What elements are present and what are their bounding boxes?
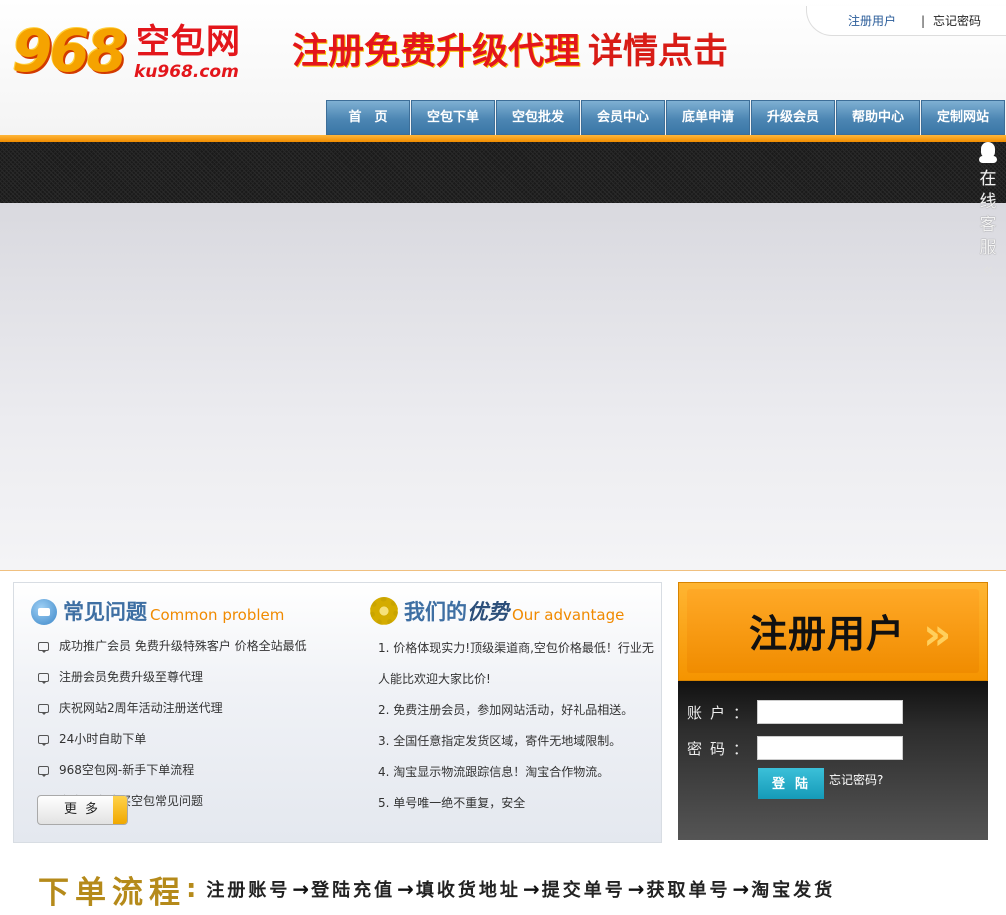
page: 968 空包网 ku968.com 注册免费升级代理 详情点击 注册用户 | 忘记… [0, 0, 1006, 915]
top-links-separator: | [921, 14, 926, 28]
flow-step: 提交单号 [541, 880, 626, 901]
faq-item-label: 24小时自助下单 [59, 732, 147, 746]
faq-item[interactable]: 庆祝网站2周年活动注册送代理 [38, 693, 307, 724]
faq-item-label: 注册会员免费升级至尊代理 [59, 670, 204, 684]
chat-bubble-icon [31, 599, 57, 625]
site-header: 968 空包网 ku968.com 注册免费升级代理 详情点击 注册用户 | 忘记… [0, 0, 1006, 135]
register-link[interactable]: 注册用户 [848, 6, 896, 36]
register-banner[interactable]: 注册用户 » [678, 582, 988, 681]
password-input[interactable] [757, 736, 903, 760]
faq-item[interactable]: 注册会员免费升级至尊代理 [38, 662, 307, 693]
advantage-title: 我们的 [404, 600, 467, 624]
nav-item-wholesale[interactable]: 空包批发 [496, 100, 580, 135]
speech-bubble-icon [38, 673, 49, 684]
nav-item-member-center[interactable]: 会员中心 [581, 100, 665, 135]
nav-item-order[interactable]: 空包下单 [411, 100, 495, 135]
speech-bubble-icon [38, 642, 49, 653]
flow-step: 淘宝发货 [751, 880, 836, 901]
dark-band [0, 142, 1006, 203]
faq-item-label: 成功推广会员 免费升级特殊客户 价格全站最低 [59, 639, 307, 653]
arrow-right-icon: → [522, 877, 540, 901]
faq-title-en: Common problem [150, 606, 285, 624]
register-banner-inner: 注册用户 » [687, 589, 979, 673]
faq-item[interactable]: 24小时自助下单 [38, 724, 307, 755]
arrow-right-icon: → [292, 877, 310, 901]
hero-banner [0, 203, 1006, 571]
account-label: 账户： [687, 704, 757, 722]
more-button[interactable]: 更多 [37, 795, 128, 825]
faq-title: 常见问题 [63, 600, 147, 624]
order-flow-colon: : [186, 874, 197, 904]
login-form: 账户： 密码： 登陆 忘记密码? [678, 681, 988, 840]
qq-icon [979, 142, 997, 164]
collapse-arrow-icon[interactable]: « [974, 260, 1002, 280]
speech-bubble-icon [38, 766, 49, 777]
password-label: 密码： [687, 740, 757, 758]
advantage-heading: 我们的 优势 Our advantage [370, 597, 624, 625]
faq-item[interactable]: 成功推广会员 免费升级特殊客户 价格全站最低 [38, 631, 307, 662]
login-button[interactable]: 登陆 [758, 768, 824, 799]
nav-item-upgrade[interactable]: 升级会员 [751, 100, 835, 135]
site-logo[interactable]: 968 空包网 ku968.com [12, 18, 252, 88]
arrow-right-icon: → [397, 877, 414, 901]
faq-item-label: 庆祝网站2周年活动注册送代理 [59, 701, 223, 715]
flow-step: 登陆充值 [311, 880, 396, 901]
faq-heading: 常见问题 Common problem [31, 599, 284, 625]
order-flow-title: 下单流程 [38, 874, 186, 911]
flow-step: 注册账号 [206, 880, 291, 901]
nav-item-custom-site[interactable]: 定制网站 [921, 100, 1005, 135]
advantage-title-en: Our advantage [512, 606, 625, 624]
speech-bubble-icon [38, 704, 49, 715]
gear-icon [370, 597, 398, 625]
arrow-right-icon: → [627, 877, 645, 901]
main-nav: 首 页 空包下单 空包批发 会员中心 底单申请 升级会员 帮助中心 定制网站 [326, 100, 1006, 135]
promo-link-text[interactable]: 详情点击 [588, 32, 728, 72]
header-divider [0, 135, 1006, 142]
advantage-item: 3. 全国任意指定发货区域，寄件无地域限制。 [378, 734, 622, 748]
top-links: 注册用户 | 忘记密码 [806, 6, 1006, 36]
speech-bubble-icon [38, 735, 49, 746]
double-arrow-icon: » [923, 609, 952, 660]
faq-list: 成功推广会员 免费升级特殊客户 价格全站最低 注册会员免费升级至尊代理 庆祝网站… [38, 631, 307, 817]
nav-item-home[interactable]: 首 页 [326, 100, 410, 135]
nav-item-receipt[interactable]: 底单申请 [666, 100, 750, 135]
advantage-title-emphasis: 优势 [467, 600, 509, 624]
promo-banner[interactable]: 注册免费升级代理 详情点击 [292, 28, 728, 76]
forgot-password-link[interactable]: 忘记密码 [933, 6, 981, 36]
logo-number: 968 [12, 17, 127, 85]
flow-step: 填收货地址 [415, 880, 521, 901]
faq-item-label: 968空包网-新手下单流程 [59, 763, 195, 777]
flow-step: 获取单号 [646, 880, 731, 901]
logo-name: 空包网 [136, 22, 241, 62]
promo-main-text: 注册免费升级代理 [292, 31, 581, 72]
login-forgot-link[interactable]: 忘记密码? [829, 771, 883, 789]
advantage-item: 人能比欢迎大家比价! [378, 672, 491, 686]
arrow-right-icon: → [732, 877, 750, 901]
nav-item-help[interactable]: 帮助中心 [836, 100, 920, 135]
logo-domain: ku968.com [134, 62, 239, 82]
advantage-item: 1. 价格体现实力!顶级渠道商,空包价格最低！行业无 [378, 641, 654, 655]
order-flow: 下单流程 : 注册账号 → 登陆充值 → 填收货地址 → 提交单号 → 获取单号… [38, 866, 998, 912]
faq-advantage-panel: 常见问题 Common problem 成功推广会员 免费升级特殊客户 价格全站… [13, 582, 662, 843]
account-input[interactable] [757, 700, 903, 724]
advantage-list: 1. 价格体现实力!顶级渠道商,空包价格最低！行业无 人能比欢迎大家比价! 2.… [378, 633, 658, 819]
advantage-item: 4. 淘宝显示物流跟踪信息！淘宝合作物流。 [378, 765, 610, 779]
online-service-label: 在线客服 [979, 169, 997, 258]
register-title: 注册用户 [749, 612, 906, 656]
advantage-item: 5. 单号唯一绝不重复，安全 [378, 796, 526, 810]
advantage-item: 2. 免费注册会员，参加网站活动，好礼品相送。 [378, 703, 634, 717]
online-service-tab[interactable]: 在线客服 « [974, 142, 1002, 287]
faq-item[interactable]: 968空包网-新手下单流程 [38, 755, 307, 786]
